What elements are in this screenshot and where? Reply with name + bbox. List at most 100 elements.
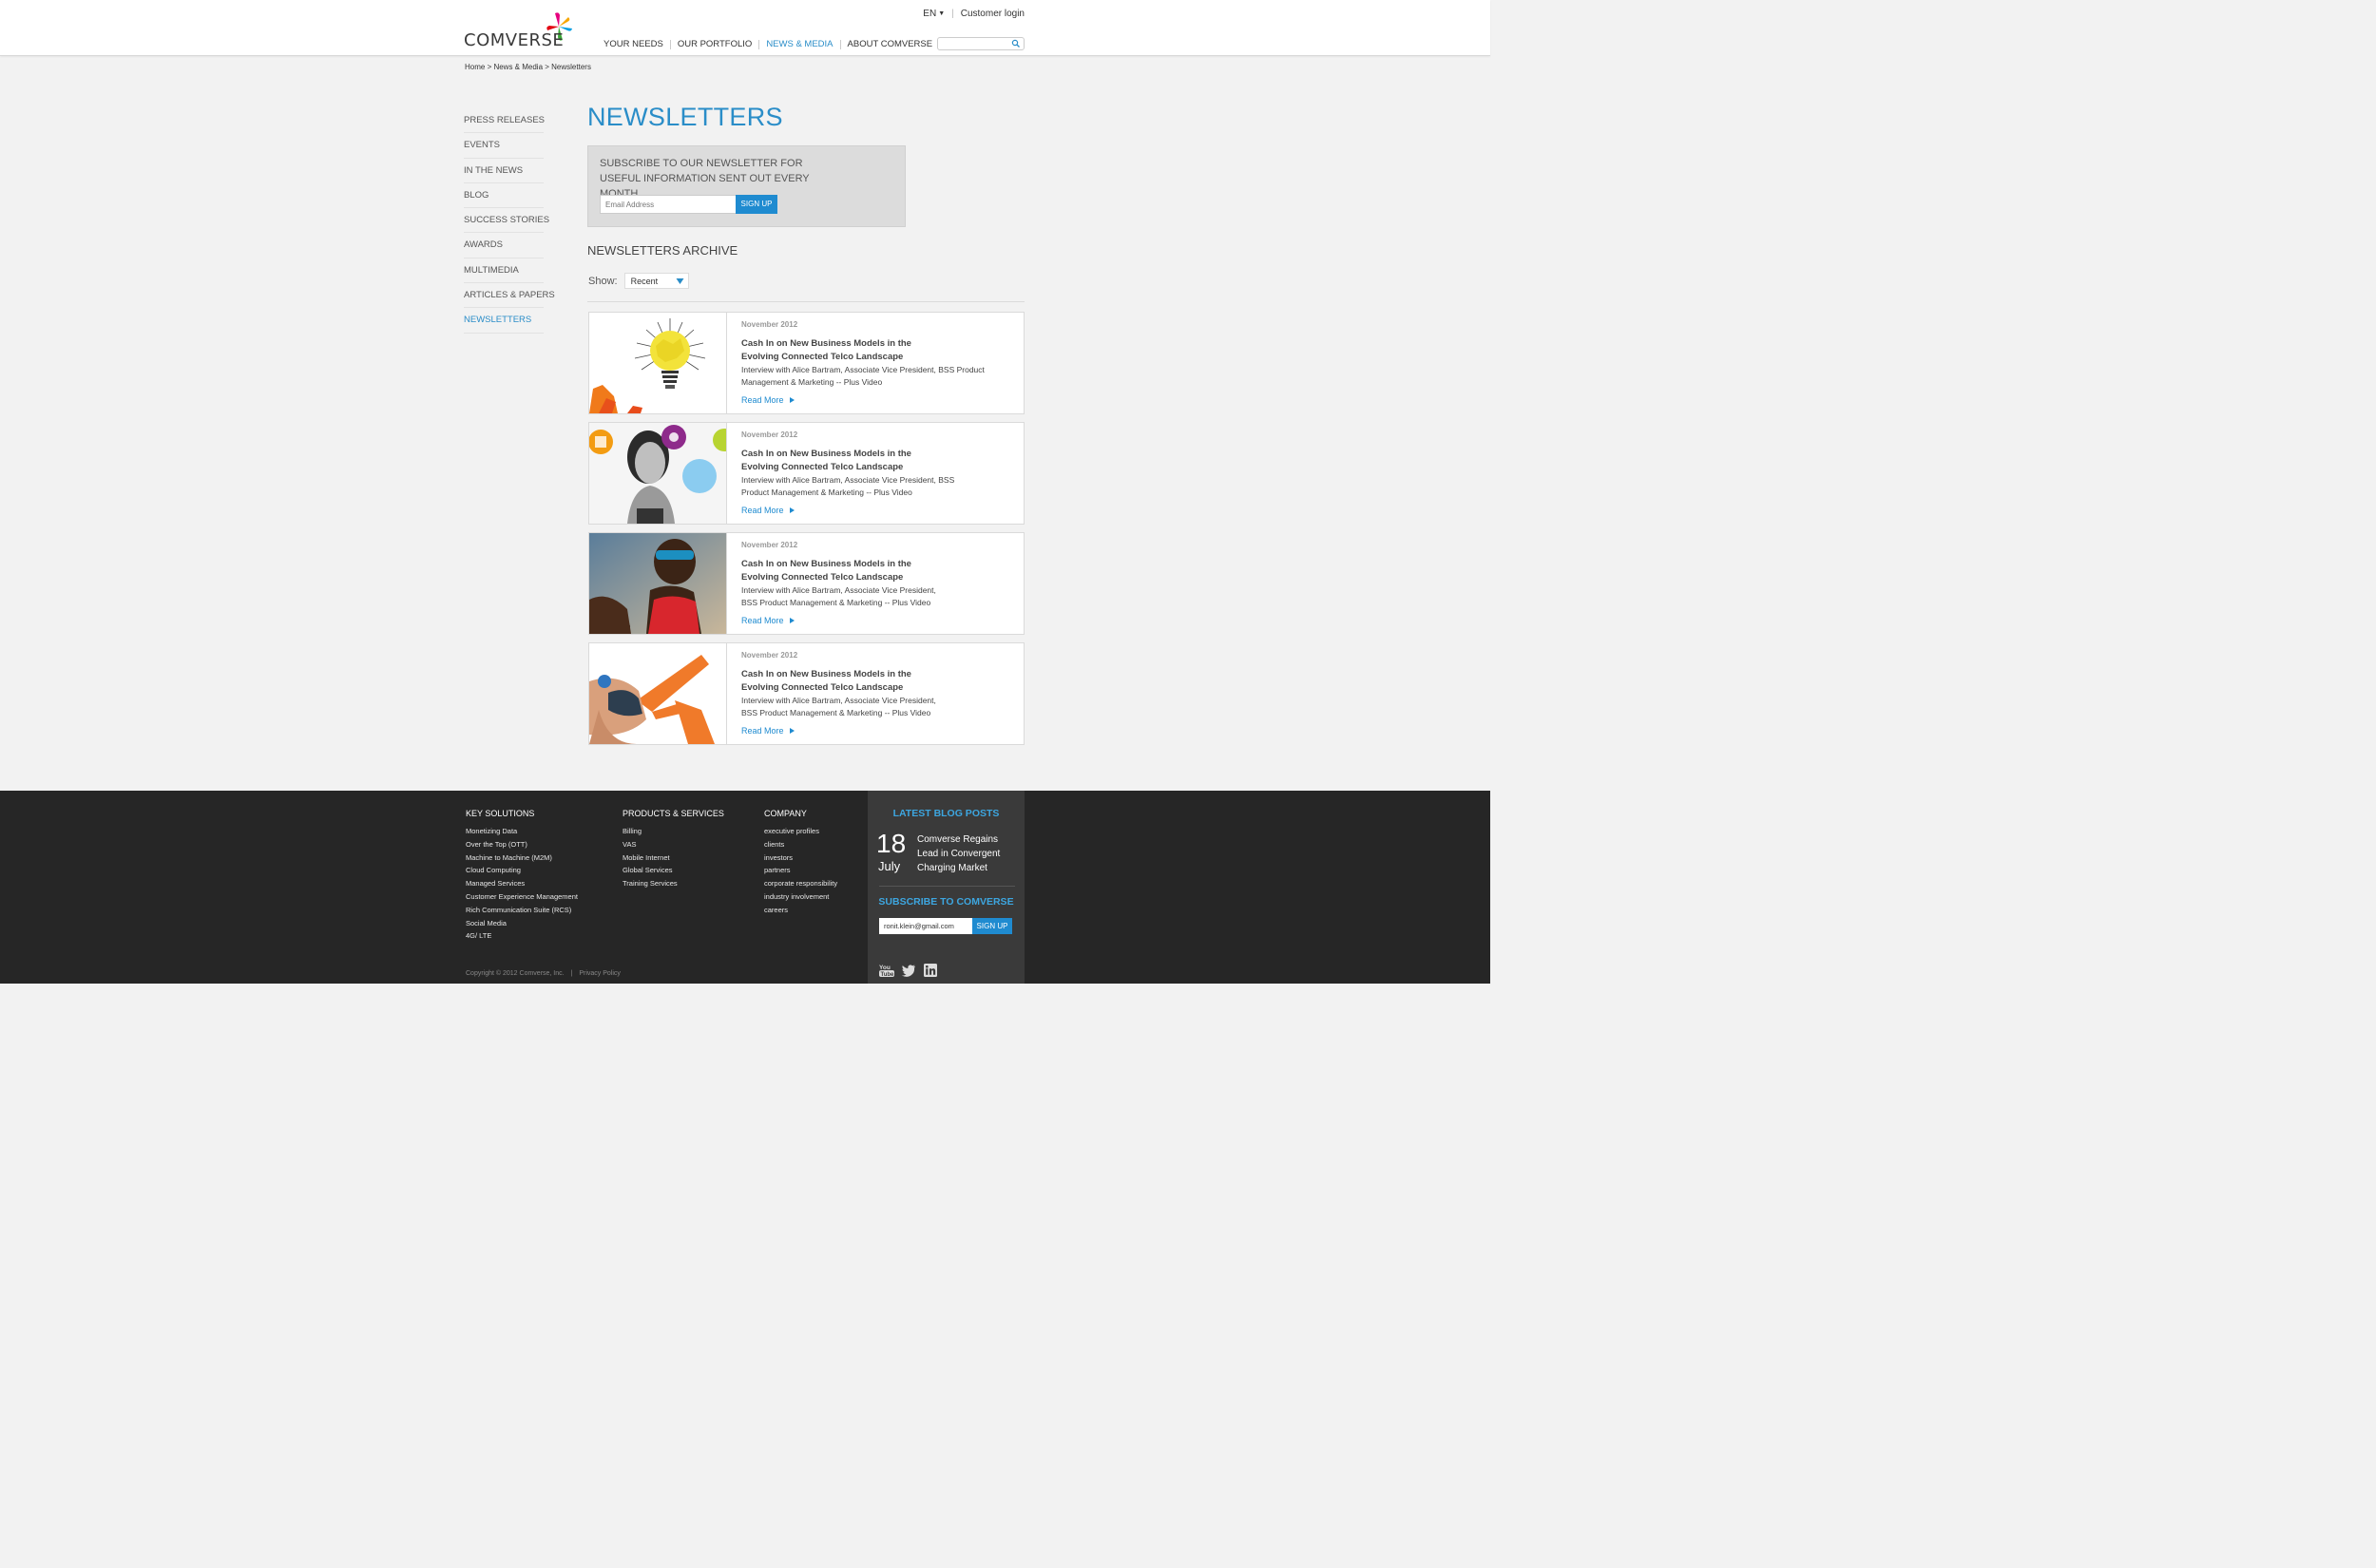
email-field[interactable] bbox=[600, 195, 737, 214]
copyright: Copyright © 2012 Comverse, Inc. | Privac… bbox=[466, 970, 621, 977]
sidebar-item-awards[interactable]: AWARDS bbox=[464, 233, 544, 258]
woman-app-icons-image[interactable] bbox=[589, 423, 727, 524]
sidebar-item-articles-papers[interactable]: ARTICLES & PAPERS bbox=[464, 283, 555, 309]
footer-link[interactable]: Over the Top (OTT) bbox=[466, 838, 578, 851]
nav-your-needs[interactable]: YOUR NEEDS bbox=[604, 39, 670, 49]
footer-link[interactable]: VAS bbox=[623, 838, 724, 851]
site-footer: KEY SOLUTIONS Monetizing Data Over the T… bbox=[0, 791, 1490, 984]
footer-link[interactable]: partners bbox=[764, 864, 837, 877]
top-utility-bar: EN ▼ | Customer login bbox=[923, 9, 1025, 19]
privacy-policy-link[interactable]: Privacy Policy bbox=[579, 970, 621, 977]
copyright-text: Copyright © 2012 Comverse, Inc. bbox=[466, 970, 565, 977]
card-date: November 2012 bbox=[741, 320, 798, 329]
footer-link[interactable]: executive profiles bbox=[764, 825, 837, 838]
read-more-link[interactable]: Read More bbox=[741, 726, 1012, 736]
footer-link[interactable]: investors bbox=[764, 851, 837, 865]
card-title[interactable]: Cash In on New Business Models in the Ev… bbox=[741, 337, 931, 363]
sidebar-item-blog[interactable]: BLOG bbox=[464, 183, 544, 209]
archive-heading: NEWSLETTERS ARCHIVE bbox=[587, 243, 738, 258]
footer-link[interactable]: 4G/ LTE bbox=[466, 929, 578, 943]
footer-link[interactable]: Billing bbox=[623, 825, 724, 838]
footer-link[interactable]: Global Services bbox=[623, 864, 724, 877]
footer-col-products: PRODUCTS & SERVICES Billing VAS Mobile I… bbox=[623, 809, 724, 890]
nav-news-media[interactable]: NEWS & MEDIA bbox=[759, 39, 839, 49]
divider bbox=[587, 301, 1025, 302]
card-title[interactable]: Cash In on New Business Models in the Ev… bbox=[741, 448, 931, 473]
page-title: NEWSLETTERS bbox=[587, 103, 783, 131]
footer-link[interactable]: Customer Experience Management bbox=[466, 890, 578, 904]
footer-link[interactable]: Social Media bbox=[466, 917, 578, 930]
sidebar-item-events[interactable]: EVENTS bbox=[464, 133, 544, 159]
footer-link[interactable]: clients bbox=[764, 838, 837, 851]
blog-post-title[interactable]: Comverse Regains Lead in Convergent Char… bbox=[917, 832, 1012, 875]
card-date: November 2012 bbox=[741, 651, 798, 660]
sidebar-item-press-releases[interactable]: PRESS RELEASES bbox=[464, 108, 545, 134]
breadcrumb[interactable]: Home > News & Media > Newsletters bbox=[465, 63, 591, 71]
footer-link[interactable]: industry involvement bbox=[764, 890, 837, 904]
card-body: November 2012 Cash In on New Business Mo… bbox=[741, 541, 1012, 625]
read-more-label: Read More bbox=[741, 726, 784, 736]
customer-login-link[interactable]: Customer login bbox=[961, 9, 1025, 19]
divider bbox=[879, 886, 1015, 887]
footer-link[interactable]: Training Services bbox=[623, 877, 724, 890]
sidebar-item-success-stories[interactable]: SUCCESS STORIES bbox=[464, 208, 549, 234]
read-more-label: Read More bbox=[741, 395, 784, 405]
logo-text: COMVERSE bbox=[464, 30, 565, 50]
newsletter-subscribe-box: SUBSCRIBE TO OUR NEWSLETTER FOR USEFUL I… bbox=[587, 145, 906, 227]
runner-image[interactable] bbox=[589, 533, 727, 634]
sidebar-item-newsletters[interactable]: NEWSLETTERS bbox=[464, 308, 544, 334]
twitter-icon[interactable] bbox=[901, 963, 916, 978]
show-filter: Show: Recent bbox=[588, 273, 689, 289]
card-description: Interview with Alice Bartram, Associate … bbox=[741, 475, 955, 497]
footer-link[interactable]: Mobile Internet bbox=[623, 851, 724, 865]
nav-about-comverse[interactable]: ABOUT COMVERSE bbox=[841, 39, 940, 49]
footer-link[interactable]: corporate responsibility bbox=[764, 877, 837, 890]
read-more-link[interactable]: Read More bbox=[741, 616, 1012, 625]
sidebar-item-in-the-news[interactable]: IN THE NEWS bbox=[464, 159, 544, 183]
read-more-label: Read More bbox=[741, 506, 784, 515]
footer-heading: COMPANY bbox=[764, 809, 807, 818]
nav-our-portfolio[interactable]: OUR PORTFOLIO bbox=[671, 39, 758, 49]
card-description: Interview with Alice Bartram, Associate … bbox=[741, 696, 936, 717]
footer-link[interactable]: Monetizing Data bbox=[466, 825, 578, 838]
caret-right-icon bbox=[789, 507, 795, 513]
show-dropdown[interactable]: Recent bbox=[623, 273, 689, 289]
read-more-link[interactable]: Read More bbox=[741, 395, 1012, 405]
footer-link[interactable]: Machine to Machine (M2M) bbox=[466, 851, 578, 865]
footer-col-company: COMPANY executive profiles clients inves… bbox=[764, 809, 837, 917]
card-description: Interview with Alice Bartram, Associate … bbox=[741, 585, 936, 607]
card-body: November 2012 Cash In on New Business Mo… bbox=[741, 430, 1012, 515]
chevron-down-icon: ▼ bbox=[938, 10, 946, 17]
card-body: November 2012 Cash In on New Business Mo… bbox=[741, 320, 1012, 405]
comverse-logo[interactable]: COMVERSE bbox=[464, 10, 578, 50]
footer-link[interactable]: Managed Services bbox=[466, 877, 578, 890]
subscribe-heading: SUBSCRIBE TO COMVERSE bbox=[878, 896, 1014, 908]
sidebar-item-multimedia[interactable]: MULTIMEDIA bbox=[464, 258, 544, 284]
chevron-down-icon bbox=[676, 278, 684, 284]
section-sidebar: PRESS RELEASES EVENTS IN THE NEWS BLOG S… bbox=[464, 108, 555, 334]
card-description: Interview with Alice Bartram, Associate … bbox=[741, 365, 985, 387]
lightbulb-image[interactable] bbox=[589, 313, 727, 413]
language-label: EN bbox=[923, 9, 937, 19]
linkedin-icon[interactable] bbox=[923, 963, 938, 978]
footer-sign-up-button[interactable]: SIGN UP bbox=[972, 918, 1012, 934]
search-input[interactable] bbox=[938, 42, 1010, 54]
footer-link[interactable]: Rich Communication Suite (RCS) bbox=[466, 904, 578, 917]
slingshot-image[interactable] bbox=[589, 643, 727, 744]
language-selector[interactable]: EN ▼ bbox=[923, 9, 945, 19]
sign-up-button[interactable]: SIGN UP bbox=[736, 195, 777, 214]
search-box bbox=[937, 37, 1025, 54]
footer-link[interactable]: careers bbox=[764, 904, 837, 917]
svg-text:You: You bbox=[879, 965, 891, 971]
youtube-icon[interactable]: You Tube bbox=[879, 963, 894, 978]
main-nav: YOUR NEEDS OUR PORTFOLIO NEWS & MEDIA AB… bbox=[604, 39, 939, 49]
read-more-link[interactable]: Read More bbox=[741, 506, 1012, 515]
card-title[interactable]: Cash In on New Business Models in the Ev… bbox=[741, 558, 931, 583]
newsletter-card: November 2012 Cash In on New Business Mo… bbox=[588, 312, 1025, 414]
card-title[interactable]: Cash In on New Business Models in the Ev… bbox=[741, 668, 931, 694]
caret-right-icon bbox=[789, 618, 795, 623]
footer-link[interactable]: Cloud Computing bbox=[466, 864, 578, 877]
footer-email-field[interactable] bbox=[879, 918, 972, 934]
search-icon[interactable] bbox=[1011, 39, 1021, 48]
show-selected-value: Recent bbox=[630, 276, 659, 286]
